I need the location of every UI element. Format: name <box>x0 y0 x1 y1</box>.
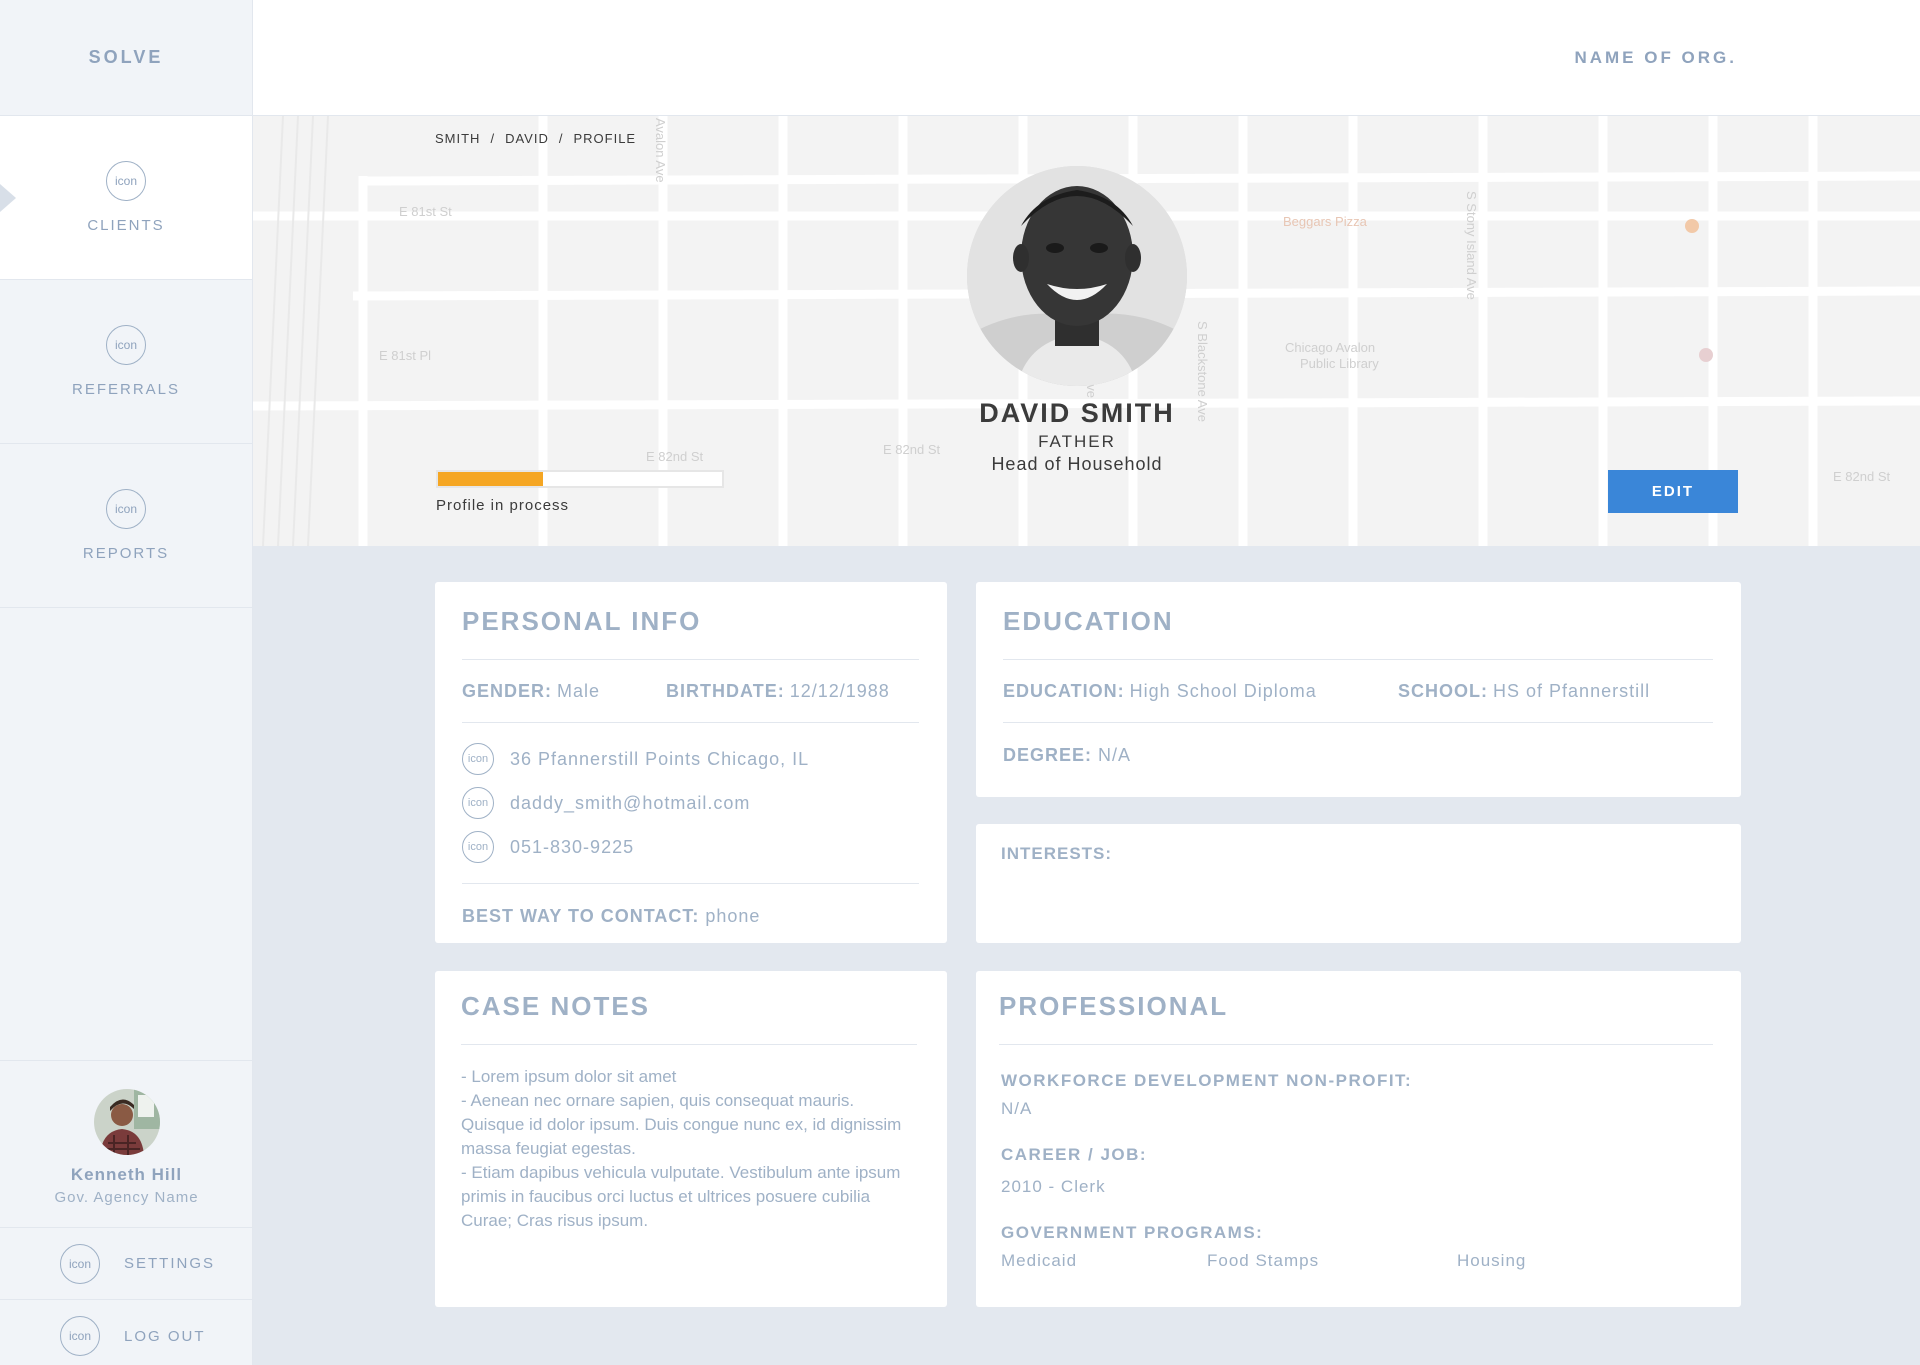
case-notes-card: CASE NOTES - Lorem ipsum dolor sit amet … <box>435 971 947 1307</box>
card-title: PERSONAL INFO <box>462 606 702 636</box>
breadcrumb-item-david[interactable]: DAVID <box>505 131 549 146</box>
address-value[interactable]: 36 Pfannerstill Points Chicago, IL <box>510 749 809 770</box>
birthdate-field: BIRTHDATE: 12/12/1988 <box>666 681 890 702</box>
settings-link[interactable]: icon SETTINGS <box>0 1228 253 1300</box>
reports-icon: icon <box>106 489 146 529</box>
phone-value[interactable]: 051-830-9225 <box>510 837 634 858</box>
workforce-label: WORKFORCE DEVELOPMENT NON-PROFIT: <box>1001 1071 1413 1090</box>
career-value: 2010 - Clerk <box>1001 1177 1106 1196</box>
breadcrumb: SMITH / DAVID / PROFILE <box>435 131 636 146</box>
profile-progress-bar <box>436 470 724 488</box>
breadcrumb-item-profile[interactable]: PROFILE <box>573 131 636 146</box>
best-contact-value: phone <box>705 905 761 926</box>
education-value: High School Diploma <box>1129 680 1317 701</box>
sidebar-item-referrals[interactable]: icon REFERRALS <box>0 280 252 444</box>
address-line: icon 36 Pfannerstill Points Chicago, IL <box>462 737 919 781</box>
education-label: EDUCATION: <box>1003 680 1125 701</box>
map-label: E 81st Pl <box>379 348 431 363</box>
profile-header: E 81st St E 81st Pl E 82nd St E 82nd St … <box>253 116 1920 546</box>
divider <box>999 1044 1713 1045</box>
best-contact-label: BEST WAY TO CONTACT: <box>462 905 700 926</box>
client-household-status: Head of Household <box>991 454 1163 474</box>
programs-list: Medicaid Food Stamps Housing <box>1001 1251 1713 1271</box>
workforce-value: N/A <box>1001 1099 1033 1118</box>
client-photo <box>967 166 1187 386</box>
career-label: CAREER / JOB: <box>1001 1145 1148 1164</box>
phone-icon: icon <box>462 831 494 863</box>
user-org: Gov. Agency Name <box>54 1189 199 1206</box>
school-value: HS of Pfannerstill <box>1493 680 1651 701</box>
email-line: icon daddy_smith@hotmail.com <box>462 781 919 825</box>
sidebar-item-label: REFERRALS <box>71 381 181 398</box>
breadcrumb-separator: / <box>558 131 564 146</box>
birthdate-label: BIRTHDATE: <box>666 680 785 701</box>
user-avatar[interactable] <box>93 1089 160 1155</box>
education-field: EDUCATION: High School Diploma <box>1003 681 1398 702</box>
degree-field: DEGREE: N/A <box>1003 723 1713 787</box>
email-value[interactable]: daddy_smith@hotmail.com <box>510 793 750 814</box>
sidebar: SOLVE icon CLIENTS icon REFERRALS icon R… <box>0 0 253 1365</box>
degree-label: DEGREE: <box>1003 744 1093 765</box>
org-name: NAME OF ORG. <box>1574 48 1737 67</box>
school-field: SCHOOL: HS of Pfannerstill <box>1398 681 1650 702</box>
current-user: Kenneth Hill Gov. Agency Name <box>0 1060 253 1228</box>
card-title: EDUCATION <box>1003 606 1174 636</box>
breadcrumb-separator: / <box>490 131 496 146</box>
birthdate-value: 12/12/1988 <box>789 680 890 701</box>
email-icon: icon <box>462 787 494 819</box>
school-label: SCHOOL: <box>1398 680 1488 701</box>
gender-label: GENDER: <box>462 680 553 701</box>
user-name: Kenneth Hill <box>70 1165 183 1184</box>
map-label: Chicago Avalon <box>1285 340 1375 355</box>
map-label: E 81st St <box>399 204 452 219</box>
breadcrumb-item-smith[interactable]: SMITH <box>435 131 480 146</box>
education-card: EDUCATION EDUCATION: High School Diploma… <box>976 582 1741 797</box>
top-bar: NAME OF ORG. <box>253 0 1920 116</box>
client-role: FATHER <box>1038 432 1116 451</box>
active-indicator <box>0 183 16 212</box>
degree-value: N/A <box>1098 744 1132 765</box>
program-item: Medicaid <box>1001 1251 1078 1270</box>
card-title: CASE NOTES <box>461 991 651 1021</box>
map-label: Beggars Pizza <box>1283 214 1368 229</box>
logout-label: LOG OUT <box>124 1327 206 1345</box>
interests-card: INTERESTS: <box>976 824 1741 943</box>
card-title: PROFESSIONAL <box>999 991 1229 1021</box>
settings-icon: icon <box>60 1243 100 1284</box>
interests-label: INTERESTS: <box>1001 844 1113 863</box>
map-label: S Stony Island Ave <box>1464 191 1479 300</box>
case-notes-text[interactable]: - Lorem ipsum dolor sit amet - Aenean ne… <box>461 1065 917 1233</box>
location-icon: icon <box>462 743 494 775</box>
phone-line: icon 051-830-9225 <box>462 825 919 869</box>
map-label: E 82nd St <box>1833 469 1890 484</box>
program-item: Food Stamps <box>1207 1251 1320 1270</box>
map-label: Public Library <box>1300 356 1379 371</box>
referrals-icon: icon <box>106 325 146 365</box>
settings-label: SETTINGS <box>124 1255 216 1272</box>
logout-icon: icon <box>60 1316 100 1356</box>
divider <box>461 1044 917 1045</box>
programs-label: GOVERNMENT PROGRAMS: <box>1001 1223 1264 1242</box>
gender-field: GENDER: Male <box>462 681 600 702</box>
sidebar-item-reports[interactable]: icon REPORTS <box>0 444 252 608</box>
sidebar-item-label: CLIENTS <box>87 217 165 234</box>
professional-card: PROFESSIONAL WORKFORCE DEVELOPMENT NON-P… <box>976 971 1741 1307</box>
gender-value: Male <box>557 680 601 701</box>
client-name: DAVID SMITH <box>979 398 1175 428</box>
logout-link[interactable]: icon LOG OUT <box>0 1300 253 1365</box>
personal-info-card: PERSONAL INFO GENDER: Male BIRTHDATE: 12… <box>435 582 947 943</box>
program-item: Housing <box>1457 1251 1527 1270</box>
progress-label: Profile in process <box>436 497 570 514</box>
map-label: E 82nd St <box>646 449 703 464</box>
progress-fill <box>438 472 544 486</box>
clients-icon: icon <box>106 161 146 201</box>
map-label: Avalon Ave <box>653 118 668 183</box>
app-logo[interactable]: SOLVE <box>0 0 252 116</box>
edit-button[interactable]: EDIT <box>1608 470 1738 513</box>
best-contact-field: BEST WAY TO CONTACT: phone <box>462 884 919 948</box>
sidebar-item-label: REPORTS <box>82 545 170 562</box>
sidebar-item-clients[interactable]: icon CLIENTS <box>0 116 252 280</box>
